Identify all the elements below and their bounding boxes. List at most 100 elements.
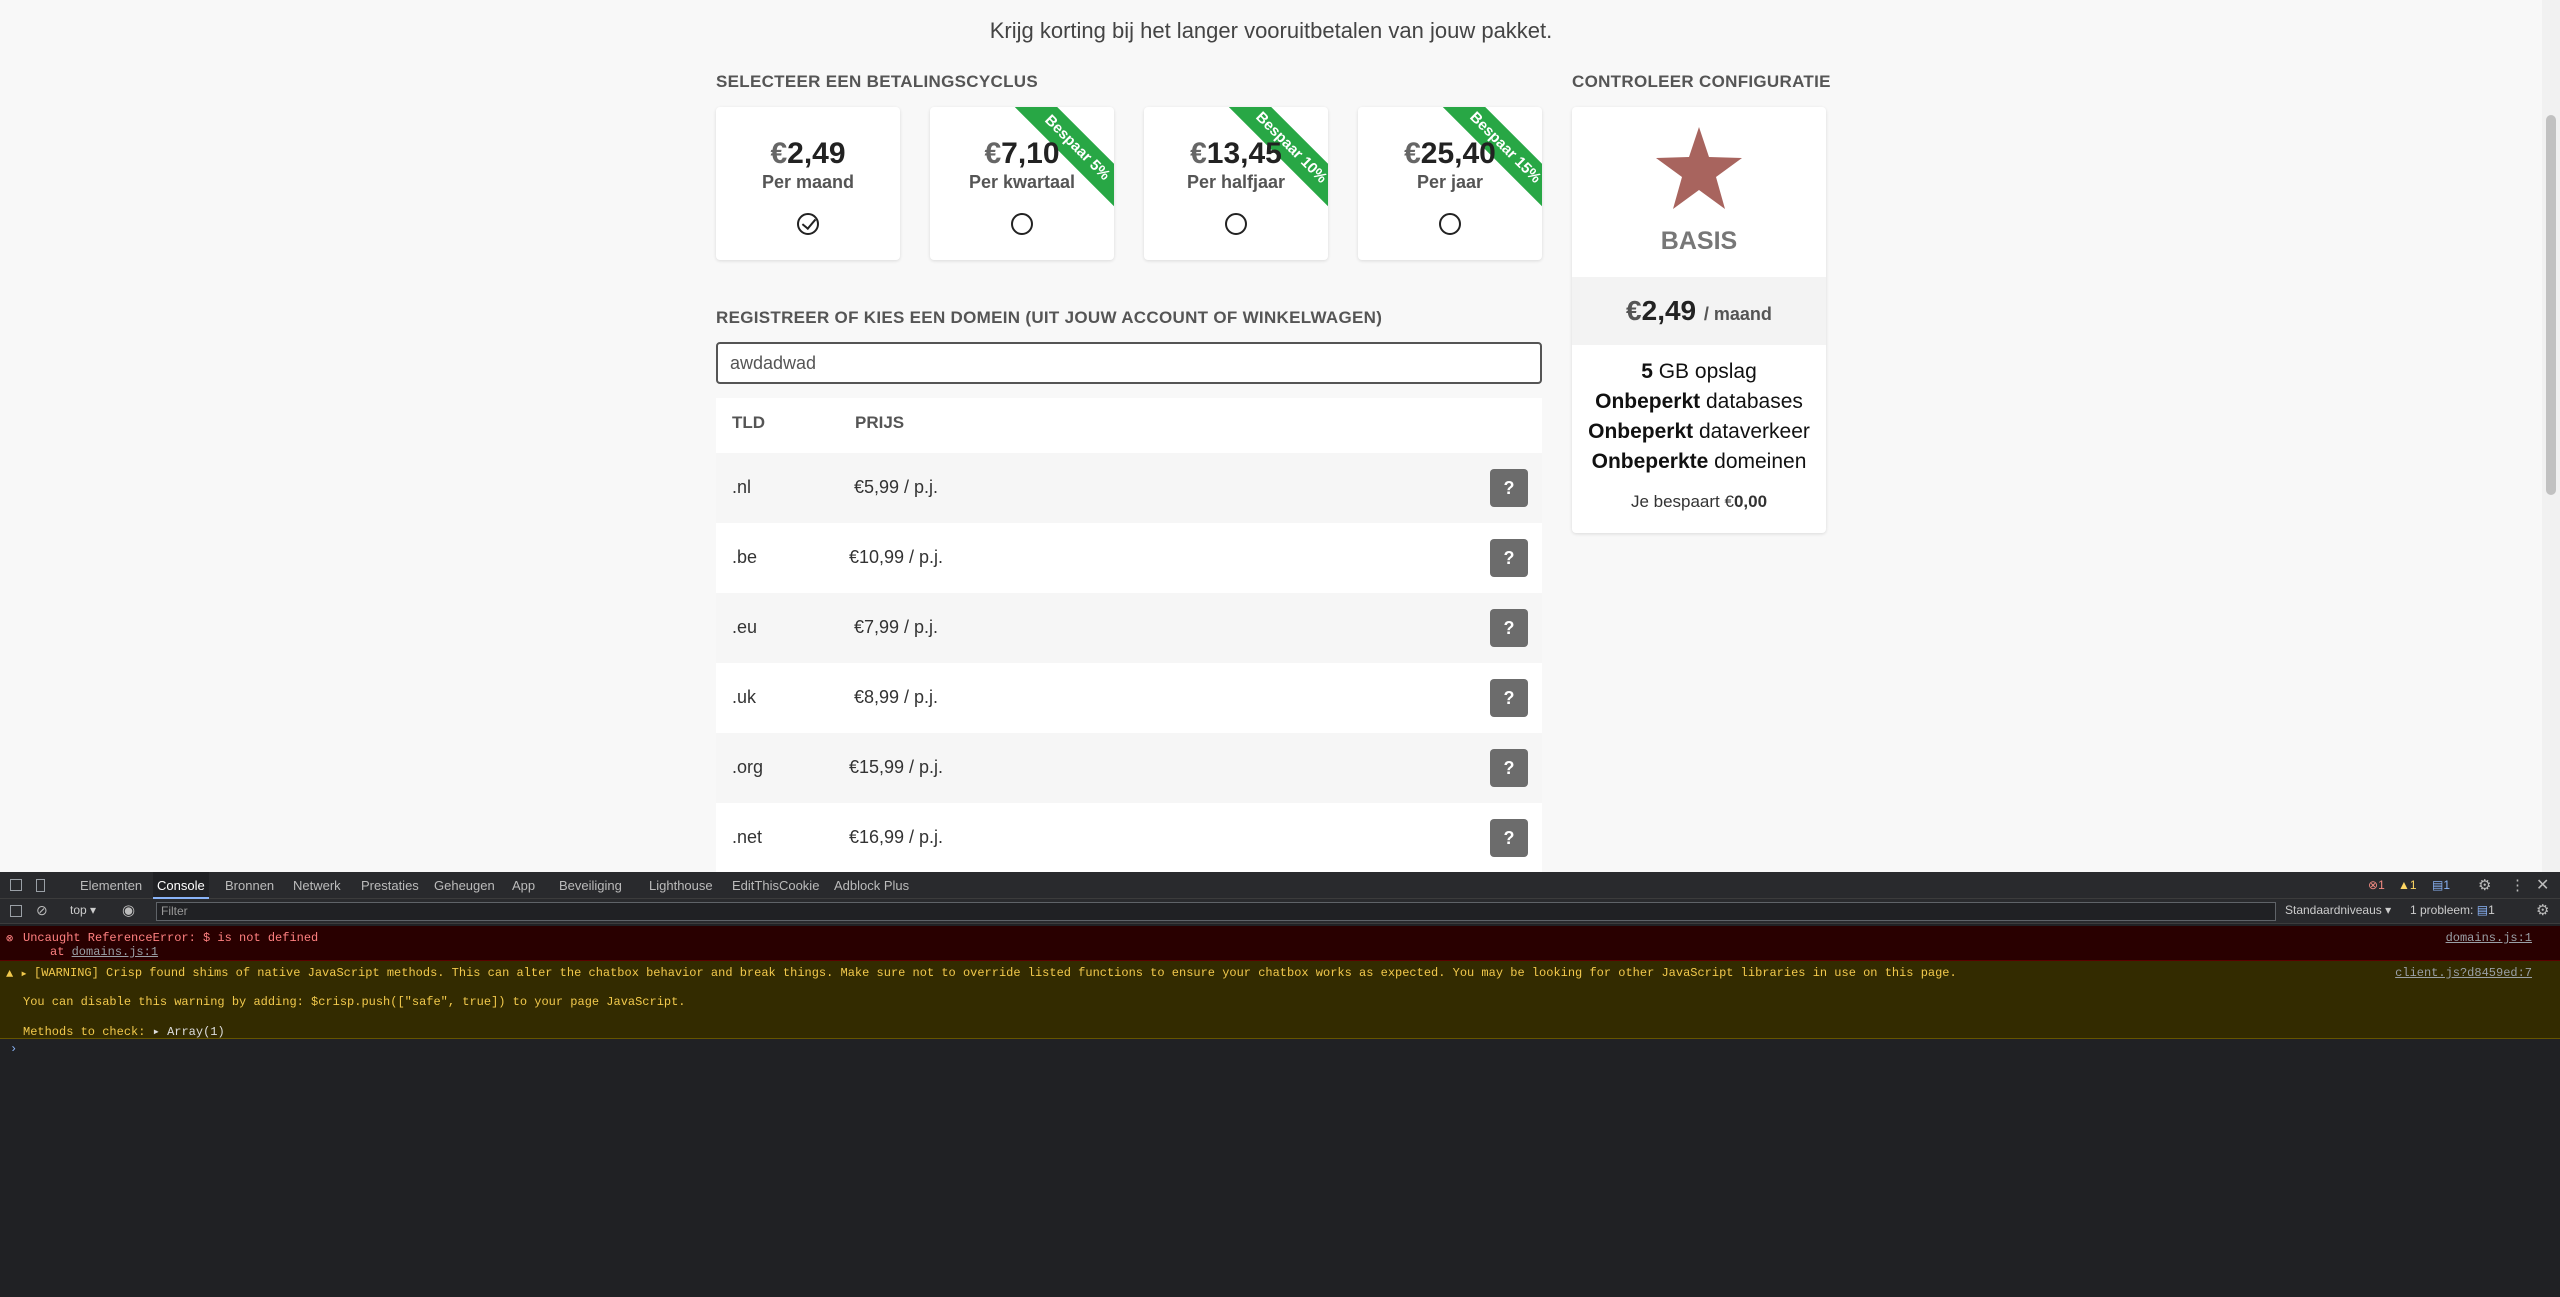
console-prompt[interactable]: › <box>10 1042 17 1056</box>
sidebar-toggle-icon[interactable] <box>10 905 22 917</box>
tld-price: €8,99 / p.j. <box>853 687 939 707</box>
devtools-panel: Elementen Console Bronnen Netwerk Presta… <box>0 872 2560 1297</box>
console-filter-input[interactable]: Filter <box>156 902 2276 921</box>
message-count-badge[interactable]: ▤1 <box>2432 878 2450 892</box>
tld-price: €16,99 / p.j. <box>848 827 944 847</box>
tab-memory[interactable]: Geheugen <box>430 872 499 899</box>
live-expression-eye-icon[interactable]: ◉ <box>122 901 135 919</box>
error-text: Uncaught ReferenceError: $ is not define… <box>23 931 319 945</box>
methods-array-toggle[interactable]: ▸ Array(1) <box>153 1025 225 1039</box>
table-row: .be €10,99 / p.j. ? <box>716 523 1542 593</box>
table-row: .nl €5,99 / p.j. ? <box>716 453 1542 523</box>
tab-network[interactable]: Netwerk <box>289 872 345 899</box>
settings-gear-icon[interactable]: ⚙ <box>2478 876 2491 894</box>
column-header-price: PRIJS <box>855 413 905 432</box>
tab-console[interactable]: Console <box>153 872 209 899</box>
info-button[interactable]: ? <box>1490 749 1528 787</box>
cycle-price: €2,49 <box>770 137 846 170</box>
tld-price: €15,99 / p.j. <box>848 757 944 777</box>
console-toolbar: ⊘ top ▾ ◉ Filter Standaardniveaus ▾ 1 pr… <box>0 899 2560 924</box>
clear-console-icon[interactable]: ⊘ <box>36 902 48 919</box>
warning-icon: ▲ ▸ <box>6 967 28 981</box>
table-row: .uk €8,99 / p.j. ? <box>716 663 1542 733</box>
console-settings-gear-icon[interactable]: ⚙ <box>2536 901 2549 919</box>
issues-button[interactable]: 1 probleem: ▤1 <box>2410 903 2495 917</box>
web-page: Krijg korting bij het langer vooruitbeta… <box>0 0 2560 872</box>
config-card: BASIS €2,49 / maand 5 GB opslag Onbeperk… <box>1572 107 1826 533</box>
warning-source-link[interactable]: client.js?d8459ed:7 <box>2395 966 2532 980</box>
device-toggle-icon[interactable] <box>36 879 45 892</box>
tld-name: .be <box>732 547 758 567</box>
config-section-label: CONTROLEER CONFIGURATIE <box>1572 72 1831 91</box>
error-count-badge[interactable]: ⊗1 <box>2368 878 2385 892</box>
error-source-link[interactable]: domains.js:1 <box>2446 931 2532 945</box>
radio-unselected[interactable] <box>1011 213 1033 235</box>
tld-table: TLD PRIJS .nl €5,99 / p.j. ? .be €10,99 … <box>716 398 1542 872</box>
tab-lighthouse[interactable]: Lighthouse <box>645 872 717 899</box>
domain-section-label: REGISTREER OF KIES EEN DOMEIN (UIT JOUW … <box>716 308 1383 327</box>
close-devtools-icon[interactable]: ✕ <box>2536 875 2549 895</box>
table-row: .eu €7,99 / p.j. ? <box>716 593 1542 663</box>
page-subtitle: Krijg korting bij het langer vooruitbeta… <box>989 18 1553 43</box>
plan-price-band: €2,49 / maand <box>1572 277 1826 345</box>
error-icon: ⊗ <box>6 932 14 946</box>
info-button[interactable]: ? <box>1490 469 1528 507</box>
more-options-icon[interactable]: ⋮ <box>2510 876 2525 894</box>
plan-price: €2,49 / maand <box>1626 295 1772 326</box>
radio-unselected[interactable] <box>1439 213 1461 235</box>
tld-name: .org <box>732 757 764 777</box>
cycle-price: €13,45 <box>1190 137 1282 170</box>
info-button[interactable]: ? <box>1490 609 1528 647</box>
scroll-thumb[interactable] <box>2546 115 2556 495</box>
info-button[interactable]: ? <box>1490 679 1528 717</box>
cycle-period: Per kwartaal <box>968 172 1076 192</box>
page-scrollbar[interactable] <box>2542 0 2560 872</box>
cycle-period: Per jaar <box>1416 172 1484 192</box>
cycle-period: Per halfjaar <box>1186 172 1286 192</box>
feature-traffic: Onbeperkt dataverkeer <box>1588 420 1810 443</box>
tab-performance[interactable]: Prestaties <box>357 872 423 899</box>
warning-count-badge[interactable]: ▲1 <box>2398 878 2417 892</box>
feature-storage: 5 GB opslag <box>1641 360 1757 383</box>
tab-security[interactable]: Beveiliging <box>555 872 626 899</box>
tld-name: .eu <box>732 617 758 637</box>
info-button[interactable]: ? <box>1490 819 1528 857</box>
tab-editthiscookie[interactable]: EditThisCookie <box>728 872 823 899</box>
tld-name: .uk <box>732 687 757 707</box>
cycle-period: Per maand <box>761 172 855 192</box>
cycle-card-halfyear[interactable]: Bespaar 10% €13,45 Per halfjaar <box>1144 107 1328 260</box>
console-warning-message: ▲ ▸ [WARNING] Crisp found shims of nativ… <box>0 961 2560 1039</box>
error-stack-link[interactable]: domains.js:1 <box>72 945 158 959</box>
radio-selected[interactable] <box>797 213 819 235</box>
context-selector[interactable]: top ▾ <box>70 903 96 917</box>
cycle-card-monthly[interactable]: €2,49 Per maand <box>716 107 900 260</box>
tld-price: €5,99 / p.j. <box>853 477 939 497</box>
tld-name: .nl <box>732 477 752 497</box>
domain-input[interactable] <box>716 342 1542 384</box>
savings-text: Je bespaart €0,00 <box>1630 492 1768 511</box>
feature-databases: Onbeperkt databases <box>1595 390 1803 413</box>
tab-adblock-plus[interactable]: Adblock Plus <box>830 872 913 899</box>
devtools-tabbar: Elementen Console Bronnen Netwerk Presta… <box>0 872 2560 899</box>
radio-unselected[interactable] <box>1225 213 1247 235</box>
inspect-icon[interactable] <box>10 879 22 891</box>
plan-name: BASIS <box>1660 227 1738 255</box>
cycle-card-yearly[interactable]: Bespaar 15% €25,40 Per jaar <box>1358 107 1542 260</box>
cycle-card-quarterly[interactable]: Bespaar 5% €7,10 Per kwartaal <box>930 107 1114 260</box>
star-icon <box>1656 127 1742 209</box>
table-row: .org €15,99 / p.j. ? <box>716 733 1542 803</box>
info-button[interactable]: ? <box>1490 539 1528 577</box>
table-row: .net €16,99 / p.j. ? <box>716 803 1542 872</box>
warning-text[interactable]: [WARNING] Crisp found shims of native Ja… <box>34 966 1957 980</box>
tab-sources[interactable]: Bronnen <box>221 872 278 899</box>
tld-price: €7,99 / p.j. <box>853 617 939 637</box>
methods-label: Methods to check: ▸ Array(1) <box>23 1025 225 1039</box>
tab-application[interactable]: App <box>508 872 539 899</box>
tab-elements[interactable]: Elementen <box>76 872 146 899</box>
column-header-tld: TLD <box>732 413 766 432</box>
error-stack: at domains.js:1 <box>50 945 159 959</box>
log-levels-dropdown[interactable]: Standaardniveaus ▾ <box>2285 903 2391 917</box>
console-error-message: ⊗ Uncaught ReferenceError: $ is not defi… <box>0 926 2560 961</box>
cycle-price: €25,40 <box>1404 137 1496 170</box>
tld-name: .net <box>732 827 763 847</box>
